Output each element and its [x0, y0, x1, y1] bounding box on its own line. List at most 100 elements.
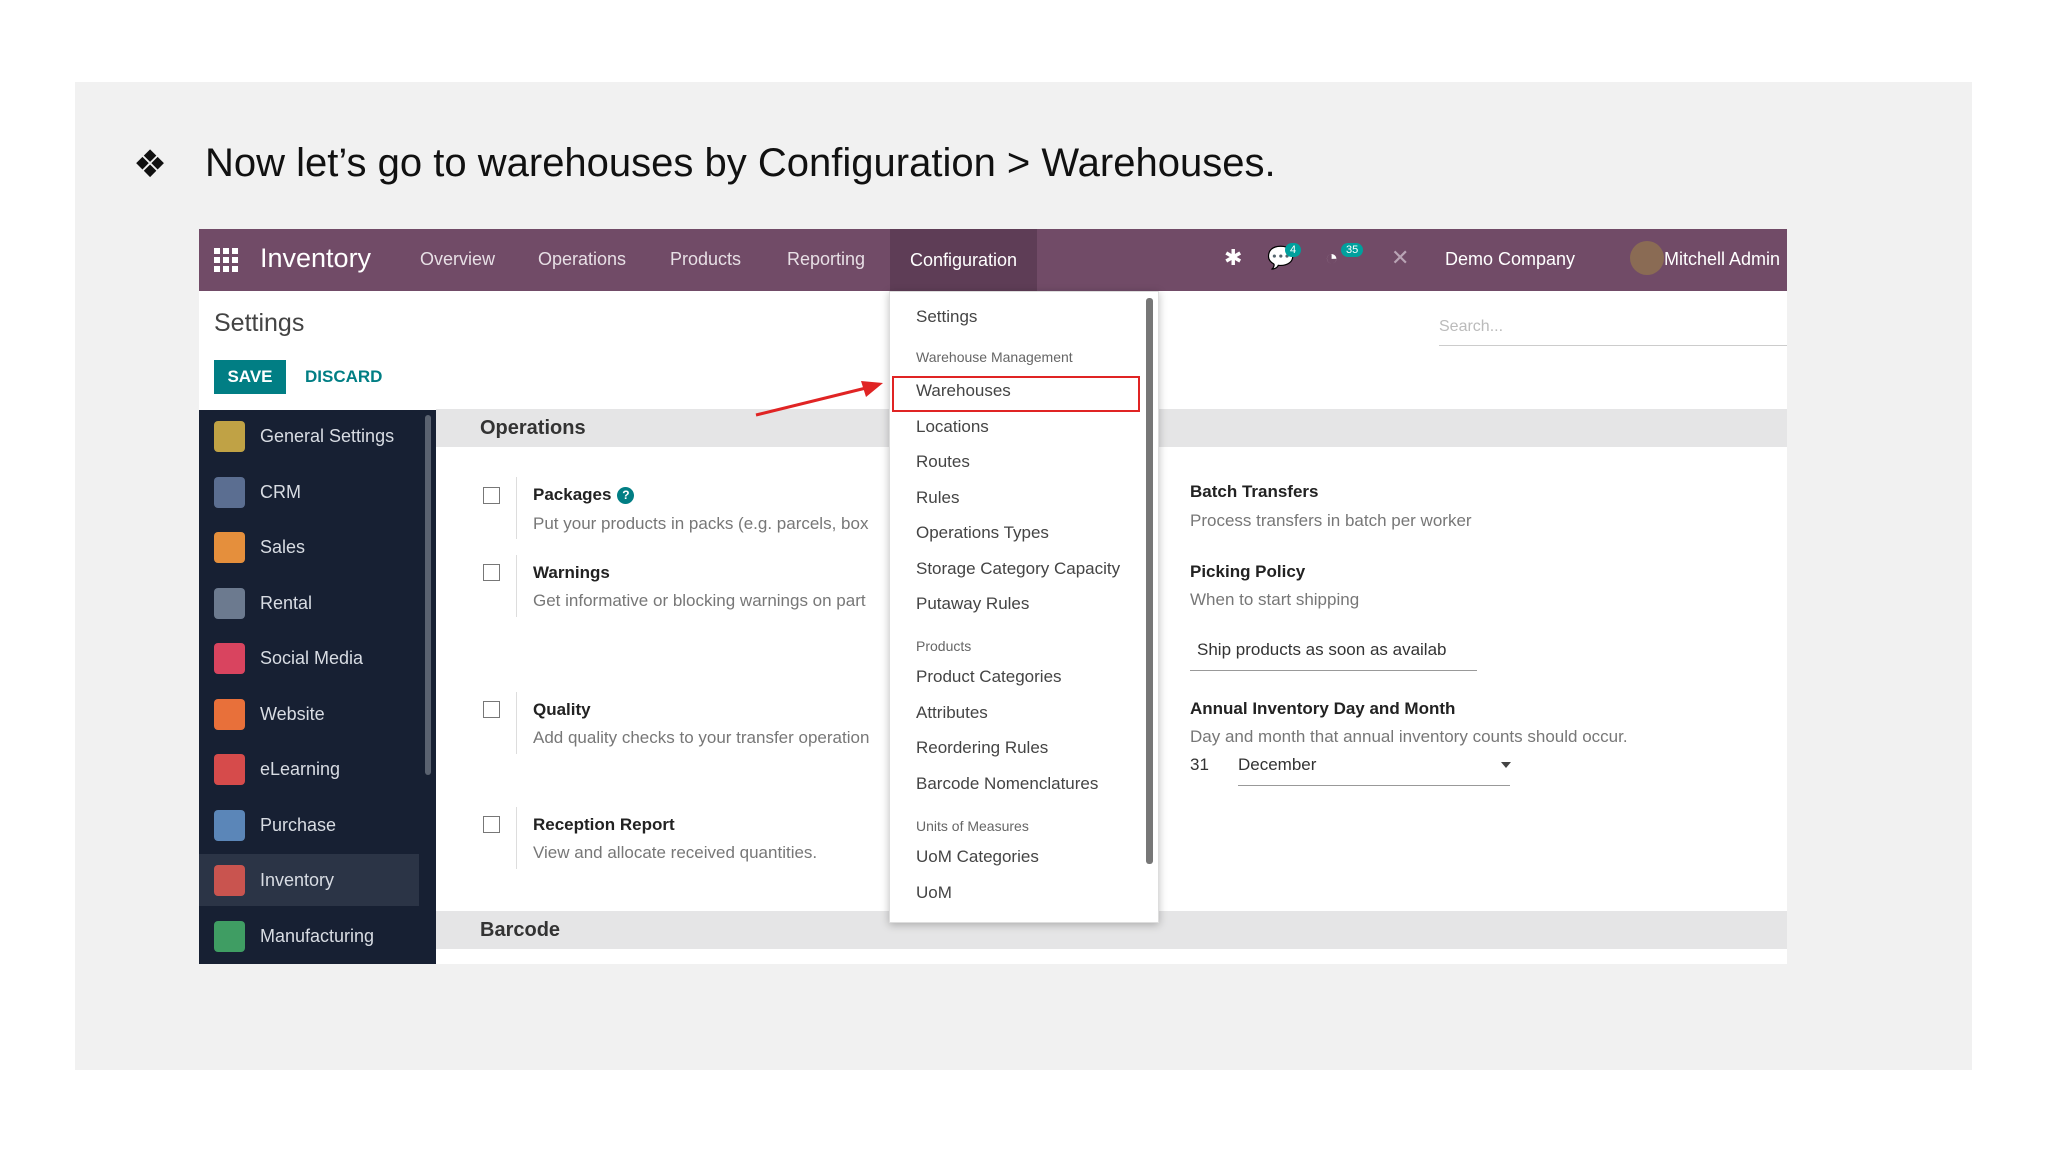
- sidebar-item-elearning[interactable]: eLearning: [199, 743, 419, 795]
- search-input[interactable]: Search...: [1439, 309, 1787, 346]
- section-title: Barcode: [480, 919, 561, 941]
- sidebar-item-sales[interactable]: Sales: [199, 521, 419, 573]
- sidebar-item-inventory[interactable]: Inventory: [199, 854, 419, 906]
- debug-bug-icon[interactable]: ✱: [1224, 245, 1242, 271]
- discard-button[interactable]: DISCARD: [305, 360, 382, 394]
- inventory-month-select[interactable]: December: [1238, 755, 1510, 786]
- nav-overview[interactable]: Overview: [420, 249, 495, 270]
- menu-group-units-of-measures: Units of Measures: [916, 818, 1029, 834]
- reception-report-checkbox[interactable]: [483, 816, 500, 833]
- option-description: Put your products in packs (e.g. parcels…: [533, 514, 869, 533]
- chevron-down-icon: [1501, 762, 1511, 768]
- top-navbar: Inventory Overview Operations Products R…: [199, 229, 1787, 291]
- sidebar-item-label: Inventory: [260, 870, 335, 890]
- nav-products[interactable]: Products: [670, 249, 741, 270]
- section-title: Operations: [480, 417, 586, 439]
- divider: [516, 692, 517, 754]
- option-description: Process transfers in batch per worker: [1190, 511, 1472, 530]
- arrow-head: [861, 381, 883, 397]
- option-description: Get informative or blocking warnings on …: [533, 591, 866, 610]
- option-title: Picking Policy: [1190, 562, 1306, 581]
- quality-checkbox[interactable]: [483, 701, 500, 718]
- option-description: Add quality checks to your transfer oper…: [533, 728, 870, 747]
- sidebar-item-label: Website: [260, 704, 325, 724]
- app-title[interactable]: Inventory: [260, 243, 371, 274]
- help-icon[interactable]: ?: [617, 487, 635, 504]
- sidebar-item-crm[interactable]: CRM: [199, 466, 419, 518]
- arrow-shaft: [755, 386, 867, 417]
- divider: [516, 555, 517, 617]
- activities-icon[interactable]: ◔: [1325, 245, 1338, 271]
- sidebar-item-label: Social Media: [260, 648, 364, 668]
- sidebar-item-general-settings[interactable]: General Settings: [199, 410, 419, 462]
- warehouses-highlight-box: [892, 376, 1140, 412]
- menu-item-rules[interactable]: Rules: [916, 488, 959, 508]
- user-menu[interactable]: Mitchell Admin: [1664, 249, 1780, 270]
- option-title: Warnings: [533, 563, 610, 582]
- sidebar-scrollbar[interactable]: [425, 415, 431, 775]
- menu-item-operations-types[interactable]: Operations Types: [916, 523, 1049, 543]
- sidebar-item-rental[interactable]: Rental: [199, 577, 419, 629]
- rental-icon: [214, 588, 245, 619]
- sidebar-item-label: Purchase: [260, 815, 337, 835]
- menu-item-attributes[interactable]: Attributes: [916, 703, 988, 723]
- company-switcher[interactable]: Demo Company: [1445, 249, 1575, 270]
- crm-icon: [214, 477, 245, 508]
- menu-item-reordering-rules[interactable]: Reordering Rules: [916, 738, 1048, 758]
- menu-group-products: Products: [916, 638, 972, 654]
- option-title: Batch Transfers: [1190, 482, 1319, 501]
- annotation-arrow: [755, 381, 883, 417]
- menu-group-warehouse-management: Warehouse Management: [916, 349, 1073, 365]
- warnings-checkbox[interactable]: [483, 564, 500, 581]
- sidebar-item-label: Sales: [260, 537, 306, 557]
- social-media-icon: [214, 643, 245, 674]
- menu-item-putaway-rules[interactable]: Putaway Rules: [916, 594, 1029, 614]
- picking-policy-select[interactable]: Ship products as soon as availab: [1190, 640, 1477, 671]
- activities-badge: 35: [1341, 243, 1364, 257]
- configuration-dropdown: Settings Warehouse Management Warehouses…: [889, 291, 1159, 923]
- nav-configuration[interactable]: Configuration: [890, 229, 1038, 291]
- nav-reporting[interactable]: Reporting: [787, 249, 865, 270]
- menu-item-product-categories[interactable]: Product Categories: [916, 667, 1062, 687]
- menu-item-settings[interactable]: Settings: [916, 307, 977, 327]
- close-icon[interactable]: ✕: [1391, 245, 1409, 271]
- divider: [516, 477, 517, 539]
- dropdown-scrollbar[interactable]: [1146, 298, 1153, 864]
- nav-operations[interactable]: Operations: [538, 249, 626, 270]
- messages-badge: 4: [1285, 243, 1302, 257]
- menu-item-barcode-nomenclatures[interactable]: Barcode Nomenclatures: [916, 774, 1098, 794]
- sidebar-item-social-media[interactable]: Social Media: [199, 632, 419, 684]
- general-settings-icon: [214, 421, 245, 452]
- option-description: View and allocate received quantities.: [533, 843, 818, 862]
- sidebar-item-purchase[interactable]: Purchase: [199, 799, 419, 851]
- inventory-day-field[interactable]: 31: [1190, 755, 1220, 785]
- user-avatar[interactable]: [1630, 241, 1664, 275]
- save-button[interactable]: SAVE: [214, 360, 286, 394]
- app-grid-icon[interactable]: [214, 248, 238, 272]
- page-title: Settings: [214, 309, 305, 337]
- sidebar-item-label: eLearning: [260, 759, 341, 779]
- elearning-icon: [214, 754, 245, 785]
- bullet-icon: ❖: [133, 142, 168, 186]
- manufacturing-icon: [214, 921, 245, 952]
- sidebar-item-label: CRM: [260, 482, 301, 502]
- option-title: Quality: [533, 700, 591, 719]
- website-icon: [214, 699, 245, 730]
- option-description: When to start shipping: [1190, 590, 1360, 609]
- menu-item-routes[interactable]: Routes: [916, 452, 970, 472]
- menu-item-uom[interactable]: UoM: [916, 883, 952, 903]
- menu-item-uom-categories[interactable]: UoM Categories: [916, 847, 1039, 867]
- option-title: Annual Inventory Day and Month: [1190, 699, 1456, 718]
- menu-item-locations[interactable]: Locations: [916, 417, 989, 437]
- sidebar-item-manufacturing[interactable]: Manufacturing: [199, 910, 419, 962]
- slide-instruction: Now let’s go to warehouses by Configurat…: [205, 141, 1276, 185]
- sales-icon: [214, 532, 245, 563]
- sidebar-item-website[interactable]: Website: [199, 688, 419, 740]
- option-title: Reception Report: [533, 815, 675, 834]
- purchase-icon: [214, 810, 245, 841]
- sidebar-item-label: General Settings: [260, 426, 395, 446]
- menu-item-storage-category-capacity[interactable]: Storage Category Capacity: [916, 559, 1120, 579]
- packages-checkbox[interactable]: [483, 487, 500, 504]
- sidebar-item-label: Rental: [260, 593, 313, 613]
- odoo-window: Inventory Overview Operations Products R…: [199, 229, 1787, 964]
